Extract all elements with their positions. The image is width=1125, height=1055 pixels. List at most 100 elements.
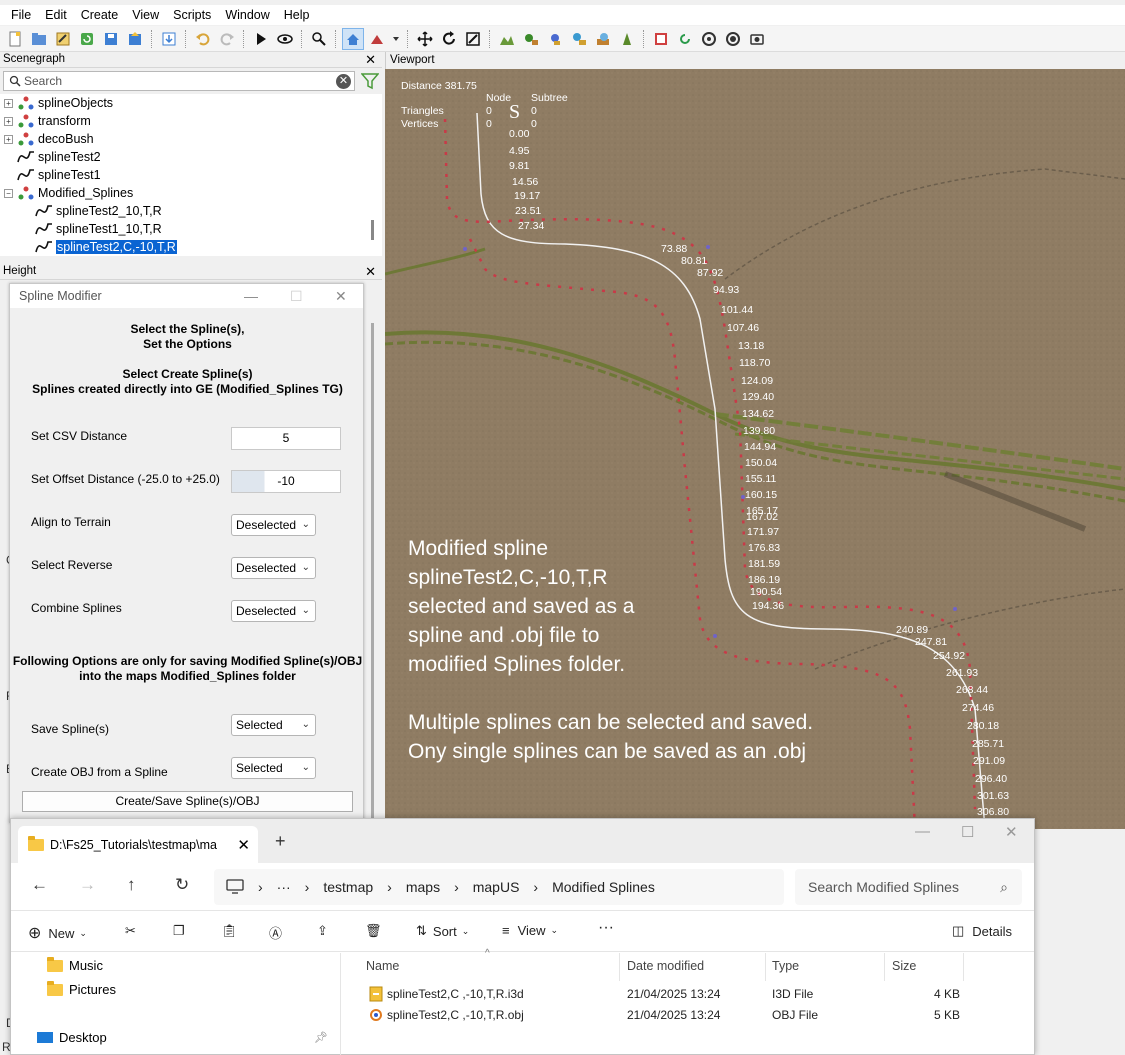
column-divider[interactable]: [963, 953, 964, 981]
column-header-size[interactable]: Size: [892, 959, 916, 973]
address-bar[interactable]: › ··· › testmap › maps › mapUS › Modifie…: [214, 869, 784, 905]
new-tab-icon[interactable]: +: [275, 831, 286, 852]
close-icon[interactable]: ✕: [365, 52, 376, 67]
file-row[interactable]: splineTest2,C ,-10,T,R.obj 21/04/2025 13…: [351, 1006, 1036, 1026]
tree-item[interactable]: + splineObjects: [4, 94, 113, 112]
ellipsis-icon[interactable]: ···: [277, 879, 291, 895]
details-button[interactable]: ◫ Details: [952, 923, 1012, 939]
tree-item[interactable]: splineTest1: [17, 166, 101, 184]
minimize-icon[interactable]: —: [915, 823, 930, 840]
redo-icon[interactable]: [216, 28, 238, 50]
eye-icon[interactable]: [274, 28, 296, 50]
select-reverse-select[interactable]: Deselected ⌄: [231, 557, 316, 579]
menu-window[interactable]: Window: [218, 8, 276, 22]
save-splines-select[interactable]: Selected ⌄: [231, 714, 316, 736]
network-icon[interactable]: [722, 28, 744, 50]
select-tool-icon[interactable]: [342, 27, 364, 50]
menu-view[interactable]: View: [125, 8, 166, 22]
scale-icon[interactable]: [462, 28, 484, 50]
expand-icon[interactable]: +: [4, 116, 13, 126]
menu-create[interactable]: Create: [74, 8, 126, 22]
deco-paint-icon[interactable]: [544, 28, 566, 50]
tree-item[interactable]: splineTest2_10,T,R: [35, 202, 162, 220]
refresh-icon[interactable]: ↻: [175, 875, 189, 895]
open-folder-icon[interactable]: [28, 28, 50, 50]
play-icon[interactable]: [250, 28, 272, 50]
offset-distance-input[interactable]: -10: [231, 470, 341, 493]
nav-item-pictures[interactable]: Pictures: [47, 980, 116, 997]
tree-paint-icon[interactable]: [616, 28, 638, 50]
scrollbar[interactable]: [371, 323, 374, 818]
close-icon[interactable]: ✕: [365, 264, 376, 279]
new-button[interactable]: ⊕ New ⌄: [28, 923, 87, 943]
menu-edit[interactable]: Edit: [38, 8, 74, 22]
column-header-date[interactable]: Date modified: [627, 959, 704, 973]
save-icon[interactable]: [100, 28, 122, 50]
menu-help[interactable]: Help: [277, 8, 317, 22]
create-obj-select[interactable]: Selected ⌄: [231, 757, 316, 779]
terrain-tool-icon[interactable]: [366, 28, 388, 50]
import-icon[interactable]: [158, 28, 180, 50]
close-icon[interactable]: ✕: [1005, 823, 1018, 841]
tree-item[interactable]: + transform: [4, 112, 91, 130]
explorer-tab[interactable]: D:\Fs25_Tutorials\testmap\ma ✕: [18, 826, 258, 863]
magnifier-icon[interactable]: [308, 28, 330, 50]
menu-file[interactable]: File: [4, 8, 38, 22]
reload-icon[interactable]: [76, 28, 98, 50]
tree-item[interactable]: splineTest2: [17, 148, 101, 166]
settings-icon[interactable]: [698, 28, 720, 50]
field-paint-icon[interactable]: [592, 28, 614, 50]
expand-icon[interactable]: +: [4, 134, 13, 144]
book-icon[interactable]: [650, 28, 672, 50]
refresh-icon[interactable]: [674, 28, 696, 50]
collapse-icon[interactable]: −: [4, 188, 13, 198]
terrain-paint-icon[interactable]: [496, 28, 518, 50]
camera-icon[interactable]: [746, 28, 768, 50]
viewport[interactable]: 0.00 4.95 9.81 14.56 19.17 23.51 27.34 73.88 80.…: [385, 69, 1125, 829]
scrollbar[interactable]: [371, 220, 374, 240]
combine-splines-select[interactable]: Deselected ⌄: [231, 600, 316, 622]
pin-icon[interactable]: 📌︎: [314, 1031, 328, 1044]
column-header-name[interactable]: Name: [366, 959, 399, 973]
expand-icon[interactable]: +: [4, 98, 13, 108]
breadcrumb-item[interactable]: Modified Splines: [552, 879, 655, 895]
file-row[interactable]: splineTest2,C ,-10,T,R.i3d 21/04/2025 13…: [351, 985, 1036, 1005]
tree-item[interactable]: splineTest1_10,T,R: [35, 220, 162, 238]
column-divider[interactable]: [884, 953, 885, 981]
minimize-icon[interactable]: —: [244, 284, 258, 308]
clear-search-icon[interactable]: ✕: [336, 74, 351, 89]
new-file-icon[interactable]: [4, 28, 26, 50]
align-terrain-select[interactable]: Deselected ⌄: [231, 514, 316, 536]
foliage-paint-icon[interactable]: [520, 28, 542, 50]
edit-icon[interactable]: [52, 28, 74, 50]
tree-item-selected[interactable]: splineTest2,C,-10,T,R: [35, 238, 177, 256]
maximize-icon[interactable]: ☐: [961, 823, 974, 841]
breadcrumb-item[interactable]: maps: [406, 879, 440, 895]
nav-item-desktop[interactable]: Desktop: [37, 1030, 107, 1045]
tree-item[interactable]: + decoBush: [4, 130, 94, 148]
column-divider[interactable]: [765, 953, 766, 981]
up-arrow-icon[interactable]: ↑: [127, 875, 136, 895]
export-icon[interactable]: [124, 28, 146, 50]
csv-distance-input[interactable]: 5: [231, 427, 341, 450]
close-icon[interactable]: ✕: [335, 284, 347, 308]
view-button[interactable]: ≡ View ⌄: [502, 923, 558, 938]
column-header-type[interactable]: Type: [772, 959, 799, 973]
explorer-search-input[interactable]: Search Modified Splines ⌕: [795, 869, 1022, 905]
undo-icon[interactable]: [192, 28, 214, 50]
column-divider[interactable]: [619, 953, 620, 981]
menu-scripts[interactable]: Scripts: [166, 8, 218, 22]
texture-paint-icon[interactable]: [568, 28, 590, 50]
nav-item-music[interactable]: Music: [47, 956, 103, 973]
search-input[interactable]: Search: [3, 71, 355, 91]
more-options-icon[interactable]: ···: [598, 919, 614, 937]
rotate-icon[interactable]: [438, 28, 460, 50]
breadcrumb-item[interactable]: mapUS: [473, 879, 520, 895]
chevron-down-icon[interactable]: [390, 28, 402, 50]
back-arrow-icon[interactable]: ←: [31, 875, 48, 895]
breadcrumb-item[interactable]: testmap: [323, 879, 373, 895]
create-save-button[interactable]: Create/Save Spline(s)/OBJ: [22, 791, 353, 812]
tree-item[interactable]: − Modified_Splines: [4, 184, 133, 202]
sort-button[interactable]: ⇅ Sort ⌄: [416, 923, 469, 939]
close-icon[interactable]: ✕: [237, 836, 250, 854]
